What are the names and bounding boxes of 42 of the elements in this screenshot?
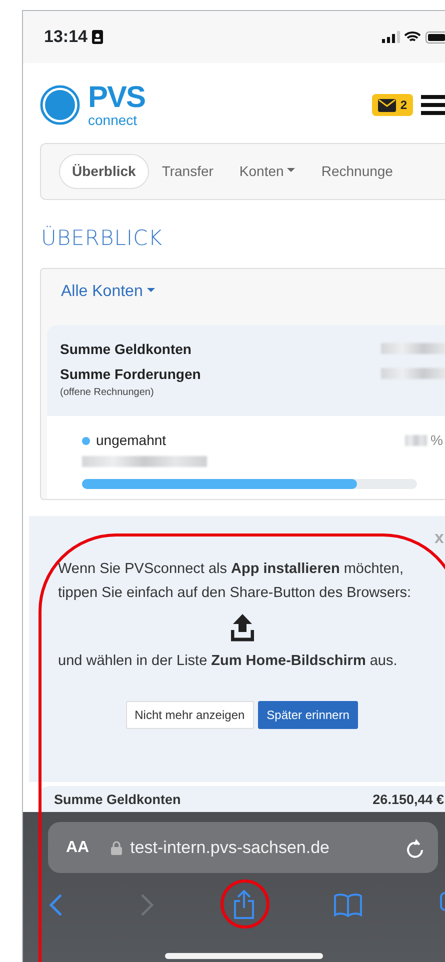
wifi-icon	[404, 31, 421, 43]
status-label: ungemahnt	[96, 431, 166, 450]
remind-later-button[interactable]: Später erinnern	[258, 700, 358, 729]
id-card-icon	[92, 30, 104, 44]
signal-icon	[382, 31, 400, 43]
back-icon[interactable]	[49, 893, 63, 917]
summary-value: 26.150,44 €	[372, 791, 444, 809]
menu-icon[interactable]	[421, 94, 445, 116]
logo-subtitle: connect	[88, 113, 138, 127]
nav-tab[interactable]: Rechnunge	[308, 154, 406, 189]
battery-icon	[425, 30, 445, 44]
page-title: ÜBERBLICK	[41, 226, 164, 250]
status-time: 13:14	[44, 27, 88, 47]
redacted-value	[404, 435, 427, 446]
summary-label: Summe Geldkonten	[54, 791, 181, 809]
lock-icon	[111, 840, 122, 854]
summary-label: Summe Geldkonten	[60, 340, 192, 359]
text-size-button[interactable]: AA	[66, 838, 90, 856]
logo-circle-icon	[40, 84, 80, 126]
percent-unit: %	[430, 431, 443, 450]
share-icon[interactable]	[232, 890, 256, 920]
address-bar[interactable]: AA test-intern.pvs-sachsen.de	[48, 822, 438, 873]
share-icon	[230, 614, 254, 642]
install-message: Wenn Sie PVSconnect als App installieren möchten, tippen Sie einfach auf den Share-Button des Browsers:	[58, 560, 412, 603]
messages-button[interactable]: 2	[372, 94, 413, 116]
redacted-value	[381, 368, 445, 379]
install-instruction: und wählen in der Liste Zum Home-Bildschirm aus.	[58, 652, 398, 671]
reload-icon[interactable]	[406, 838, 424, 858]
nav-tab[interactable]: Transfer	[148, 154, 226, 189]
url-text: test-intern.pvs-sachsen.de	[130, 838, 330, 858]
summary-note: (offene Rechnungen)	[60, 386, 155, 400]
logo-title: PVS	[88, 83, 146, 113]
bookmarks-icon[interactable]	[332, 893, 363, 917]
annotation-circle	[220, 880, 270, 928]
envelope-icon	[378, 98, 396, 112]
forward-icon[interactable]	[140, 893, 154, 917]
account-filter-dropdown[interactable]: Alle Konten	[41, 269, 175, 315]
nav-tab[interactable]: Überblick	[59, 154, 149, 189]
nav-tab[interactable]: Konten	[226, 154, 308, 189]
dismiss-button[interactable]: Nicht mehr anzeigen	[126, 700, 254, 729]
redacted-value	[381, 343, 445, 354]
summary-label: Summe Forderungen	[60, 365, 201, 384]
